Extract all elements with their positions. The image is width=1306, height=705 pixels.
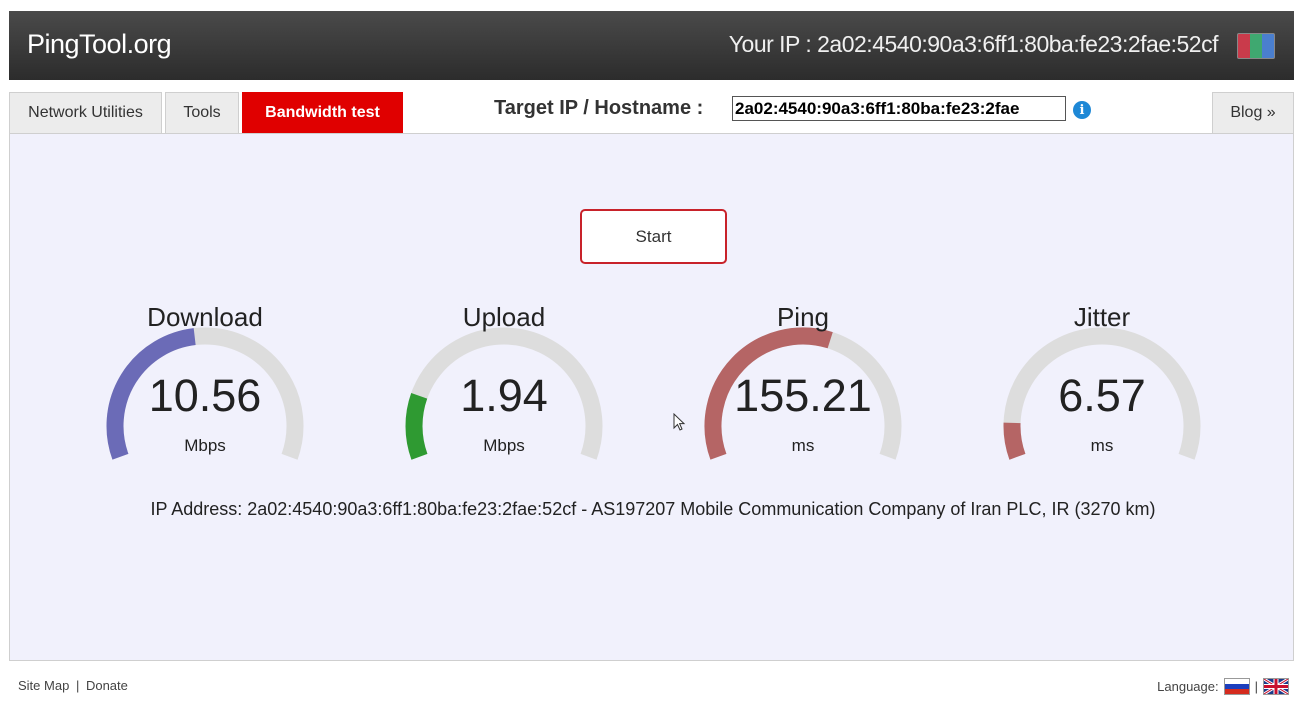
jitter-gauge: Jitter 6.57 ms — [982, 300, 1222, 490]
site-logo[interactable]: PingTool.org — [27, 29, 172, 60]
language-separator: | — [1254, 679, 1258, 694]
russian-flag-icon[interactable] — [1223, 678, 1250, 695]
tab-tools[interactable]: Tools — [165, 92, 239, 133]
site-map-link[interactable]: Site Map — [18, 678, 69, 693]
gauge-unit: Mbps — [184, 436, 226, 455]
language-label: Language: — [1157, 679, 1219, 694]
ip-address-info: IP Address: 2a02:4540:90a3:6ff1:80ba:fe2… — [150, 499, 1156, 519]
gauge-value: 1.94 — [460, 370, 548, 421]
upload-gauge: Upload 1.94 Mbps — [384, 300, 624, 490]
gauge-title: Download — [147, 302, 263, 332]
target-hostname-input[interactable] — [732, 96, 1066, 121]
footer-separator: | — [75, 678, 80, 693]
download-gauge: Download 10.56 Mbps — [85, 300, 325, 490]
mouse-cursor-icon — [673, 413, 686, 431]
your-ip-text: Your IP : 2a02:4540:90a3:6ff1:80ba:fe23:… — [728, 31, 1219, 57]
language-selector: Language: | — [1157, 678, 1289, 695]
target-hostname-label: Target IP / Hostname : — [494, 97, 704, 119]
header-bar: PingTool.org Your IP : 2a02:4540:90a3:6f… — [9, 11, 1294, 80]
gauge-unit: ms — [791, 436, 815, 455]
donate-link[interactable]: Donate — [86, 678, 128, 693]
info-icon[interactable]: i — [1073, 101, 1091, 119]
gauge-title: Jitter — [1073, 302, 1131, 332]
gauge-title: Ping — [776, 302, 830, 332]
gauge-value: 10.56 — [148, 370, 262, 421]
gauge-unit: ms — [1090, 436, 1114, 455]
start-button[interactable]: Start — [580, 209, 727, 264]
gauge-value: 6.57 — [1058, 370, 1146, 421]
uk-flag-icon[interactable] — [1263, 678, 1289, 695]
gauge-unit: Mbps — [483, 436, 525, 455]
tab-bandwidth-test[interactable]: Bandwidth test — [242, 92, 403, 133]
tab-network-utilities[interactable]: Network Utilities — [9, 92, 162, 133]
ping-gauge: Ping 155.21 ms — [683, 300, 923, 490]
gauge-title: Upload — [462, 302, 546, 332]
tab-blog[interactable]: Blog » — [1212, 92, 1294, 133]
gauge-value: 155.21 — [734, 370, 872, 421]
footer-links: Site Map | Donate — [18, 678, 128, 693]
flag-icon — [1237, 33, 1275, 59]
